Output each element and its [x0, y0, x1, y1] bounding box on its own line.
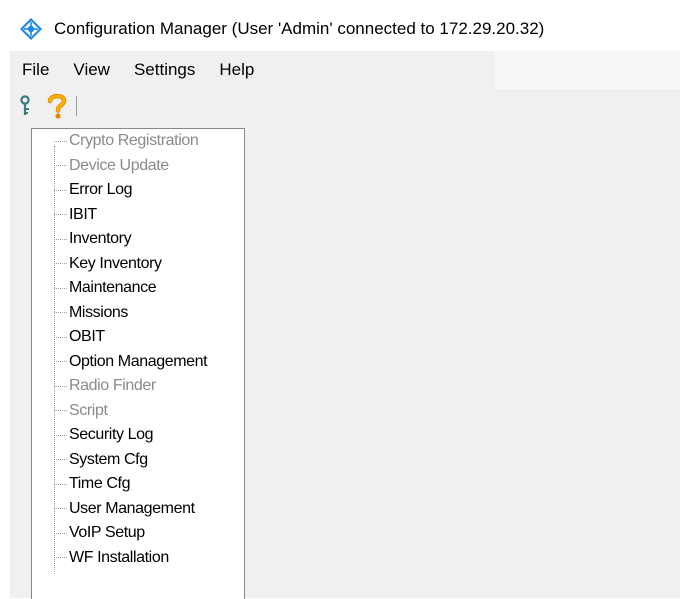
diamond-network-icon: [18, 16, 44, 42]
tree-item-label: Radio Finder: [69, 377, 156, 395]
window-title: Configuration Manager (User 'Admin' conn…: [54, 19, 545, 38]
tree-branch-line: [54, 385, 67, 387]
tree-branch-line: [54, 312, 67, 314]
tree-branch-line: [54, 361, 67, 363]
tree-branch-line: [54, 459, 67, 461]
tree-item-missions[interactable]: Missions: [32, 301, 244, 326]
toolbar: [10, 89, 680, 123]
tree-item-device-update[interactable]: Device Update: [32, 154, 244, 179]
tree-branch-line: [54, 189, 67, 191]
tree-item-script[interactable]: Script: [32, 399, 244, 424]
menu-bar-filler: [495, 51, 680, 89]
toolbar-separator: [76, 96, 77, 116]
tree-branch-line: [54, 410, 67, 412]
tree-branch-line: [54, 336, 67, 338]
tree-branch-line: [54, 287, 67, 289]
key-icon[interactable]: [16, 93, 34, 119]
tree-item-label: Error Log: [69, 181, 133, 199]
tree-branch-line: [54, 557, 67, 559]
tree-item-label: Time Cfg: [69, 475, 131, 493]
tree-item-security-log[interactable]: Security Log: [32, 423, 244, 448]
tree-item-label: Option Management: [69, 352, 208, 370]
tree-item-label: Script: [69, 401, 108, 419]
tree-item-label: System Cfg: [69, 450, 148, 468]
tree-item-system-cfg[interactable]: System Cfg: [32, 448, 244, 473]
app-window: Configuration Manager (User 'Admin' conn…: [10, 7, 680, 599]
menu-file[interactable]: File: [10, 51, 61, 89]
tree-item-maintenance[interactable]: Maintenance: [32, 276, 244, 301]
tree-item-voip-setup[interactable]: VoIP Setup: [32, 521, 244, 546]
tree-item-label: WF Installation: [69, 548, 169, 566]
menu-settings[interactable]: Settings: [122, 51, 207, 89]
menu-view[interactable]: View: [61, 51, 122, 89]
tree-branch-line: [54, 483, 67, 485]
navigation-tree[interactable]: Crypto Registration Device Update Error …: [31, 128, 245, 599]
tree-item-radio-finder[interactable]: Radio Finder: [32, 374, 244, 399]
title-bar: Configuration Manager (User 'Admin' conn…: [10, 7, 680, 51]
tree-branch-line: [54, 532, 67, 534]
tree-item-label: IBIT: [69, 205, 97, 223]
tree-item-label: Security Log: [69, 426, 154, 444]
tree-item-ibit[interactable]: IBIT: [32, 203, 244, 228]
tree-item-label: Key Inventory: [69, 254, 162, 272]
tree-item-label: Maintenance: [69, 279, 157, 297]
tree-item-label: Crypto Registration: [69, 132, 199, 150]
tree-item-label: VoIP Setup: [69, 524, 145, 542]
tree-item-error-log[interactable]: Error Log: [32, 178, 244, 203]
tree-item-crypto-registration[interactable]: Crypto Registration: [32, 129, 244, 154]
tree-item-label: Missions: [69, 303, 129, 321]
tree-item-label: User Management: [69, 499, 195, 517]
tree-item-obit[interactable]: OBIT: [32, 325, 244, 350]
tree-branch-line: [54, 434, 67, 436]
tree-item-wf-installation[interactable]: WF Installation: [32, 546, 244, 571]
help-question-icon[interactable]: [46, 93, 68, 119]
tree-item-option-management[interactable]: Option Management: [32, 350, 244, 375]
tree-item-label: OBIT: [69, 328, 105, 346]
tree-item-user-management[interactable]: User Management: [32, 497, 244, 522]
tree-list: Crypto Registration Device Update Error …: [32, 129, 244, 570]
tree-branch-line: [54, 165, 67, 167]
tree-item-key-inventory[interactable]: Key Inventory: [32, 252, 244, 277]
tree-branch-line: [54, 508, 67, 510]
menu-bar: File View Settings Help: [10, 51, 680, 89]
tree-branch-line: [54, 238, 67, 240]
tree-item-label: Device Update: [69, 156, 169, 174]
tree-branch-line: [54, 140, 67, 142]
menu-help[interactable]: Help: [207, 51, 266, 89]
tree-branch-line: [54, 263, 67, 265]
tree-item-inventory[interactable]: Inventory: [32, 227, 244, 252]
tree-branch-line: [54, 214, 67, 216]
tree-item-time-cfg[interactable]: Time Cfg: [32, 472, 244, 497]
tree-item-label: Inventory: [69, 230, 132, 248]
